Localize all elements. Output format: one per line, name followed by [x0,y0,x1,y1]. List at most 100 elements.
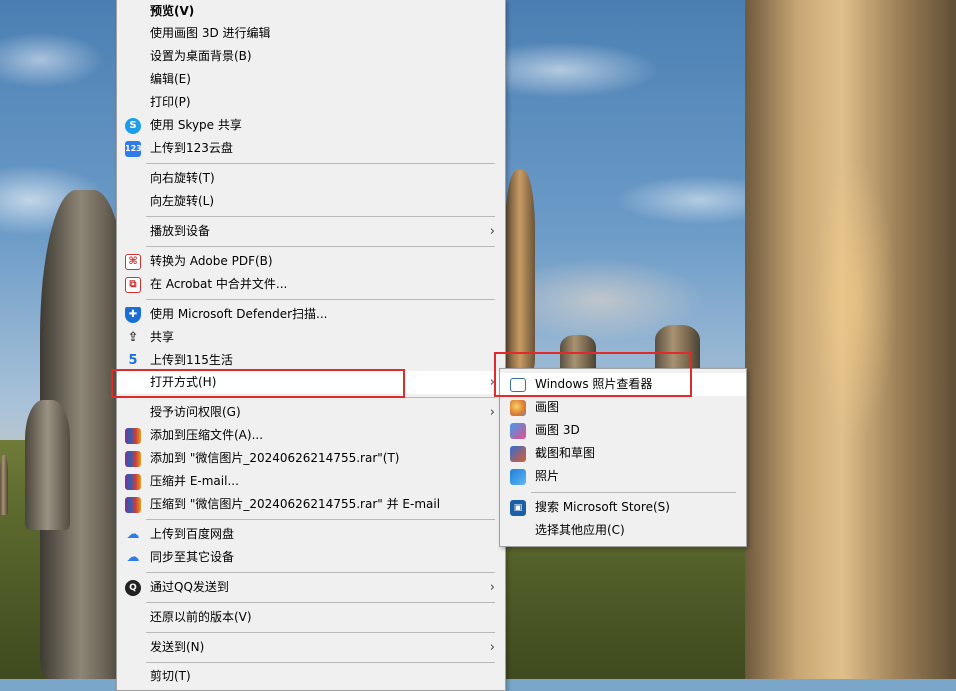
defender-shield-icon: ✚ [125,307,141,323]
menu-separator [146,163,495,164]
menu-item-label: 使用 Microsoft Defender扫描... [150,307,328,321]
menu-item-label: 预览(V) [150,4,195,18]
winrar-icon [125,428,141,444]
menu-item-label: 压缩并 E-mail... [150,474,239,488]
menu-item-label: 添加到压缩文件(A)... [150,428,264,442]
menu-item-label: 打印(P) [150,95,191,109]
menu-item-send-via-qq[interactable]: Q 通过QQ发送到 › [117,576,505,599]
menu-item-label: 压缩到 "微信图片_20240626214755.rar" 并 E-mail [150,497,441,511]
chevron-right-icon: › [489,580,495,595]
menu-item-sync-devices[interactable]: ☁ 同步至其它设备 [117,546,505,569]
menu-item-preview[interactable]: 预览(V) [117,0,505,23]
annotation-highlight-photo-viewer [494,352,692,397]
menu-separator [146,572,495,573]
menu-item-rotate-right[interactable]: 向右旋转(T) [117,167,505,190]
menu-separator [531,492,736,493]
paint3d-icon [510,423,526,439]
menu-item-label: 向左旋转(L) [150,194,215,208]
menu-item-cut[interactable]: 剪切(T) [117,665,505,688]
menu-separator [146,662,495,663]
menu-item-share[interactable]: ⇪ 共享 [117,326,505,349]
winrar-icon [125,474,141,490]
menu-item-label: 上传到115生活 [150,353,233,367]
menu-item-label: 上传到百度网盘 [150,527,235,541]
adobe-pdf-icon: ⌘ [125,254,141,270]
menu-item-label: 添加到 "微信图片_20240626214755.rar"(T) [150,451,400,465]
menu-separator [146,632,495,633]
menu-item-label: 转换为 Adobe PDF(B) [150,254,273,268]
menu-item-print[interactable]: 打印(P) [117,91,505,114]
winrar-icon [125,451,141,467]
menu-item-label: 同步至其它设备 [150,550,235,564]
winrar-icon [125,497,141,513]
annotation-highlight-open-with [111,369,405,398]
menu-item-acrobat-combine[interactable]: ⧉ 在 Acrobat 中合并文件... [117,273,505,296]
menu-item-label: 照片 [535,469,560,483]
menu-item-add-to-archive[interactable]: 添加到压缩文件(A)... [117,424,505,447]
menu-item-label: 播放到设备 [150,224,211,238]
menu-separator [146,216,495,217]
menu-item-upload-123pan[interactable]: 123 上传到123云盘 [117,137,505,160]
menu-item-label: 剪切(T) [150,669,191,683]
menu-item-send-to[interactable]: 发送到(N) › [117,636,505,659]
menu-item-set-wallpaper[interactable]: 设置为桌面背景(B) [117,45,505,68]
submenu-item-choose-another-app[interactable]: 选择其他应用(C) [500,519,746,542]
snip-sketch-icon [510,446,526,462]
menu-item-upload-baidu[interactable]: ☁ 上传到百度网盘 [117,523,505,546]
chevron-right-icon: › [489,640,495,655]
qq-icon: Q [125,580,141,596]
submenu-item-search-store[interactable]: ▣ 搜索 Microsoft Store(S) [500,496,746,519]
menu-item-cast-to-device[interactable]: 播放到设备 › [117,220,505,243]
wallpaper-standing-stone [505,170,535,370]
photos-icon [510,469,526,485]
menu-item-label: 共享 [150,330,175,344]
menu-item-label: 使用 Skype 共享 [150,118,242,132]
menu-item-add-to-rar[interactable]: 添加到 "微信图片_20240626214755.rar"(T) [117,447,505,470]
menu-item-label: 设置为桌面背景(B) [150,49,252,63]
submenu-item-snip-sketch[interactable]: 截图和草图 [500,442,746,465]
submenu-item-photos[interactable]: 照片 [500,465,746,488]
menu-item-label: 发送到(N) [150,640,205,654]
menu-separator [146,246,495,247]
menu-item-convert-adobe-pdf[interactable]: ⌘ 转换为 Adobe PDF(B) [117,250,505,273]
menu-separator [146,519,495,520]
menu-item-label: 还原以前的版本(V) [150,610,252,624]
wallpaper-standing-stone [745,0,956,679]
menu-item-label: 授予访问权限(G) [150,405,241,419]
menu-item-compress-to-rar-email[interactable]: 压缩到 "微信图片_20240626214755.rar" 并 E-mail [117,493,505,516]
baidu-sync-icon: ☁ [126,550,140,565]
menu-separator [146,299,495,300]
context-menu: 预览(V) 使用画图 3D 进行编辑 设置为桌面背景(B) 编辑(E) 打印(P… [116,0,506,691]
menu-item-label: 编辑(E) [150,72,191,86]
share-icon: ⇪ [127,330,139,345]
menu-item-edit[interactable]: 编辑(E) [117,68,505,91]
menu-item-edit-with-paint3d[interactable]: 使用画图 3D 进行编辑 [117,22,505,45]
menu-item-label: 向右旋转(T) [150,171,215,185]
menu-item-label: 截图和草图 [535,446,596,460]
menu-item-compress-email[interactable]: 压缩并 E-mail... [117,470,505,493]
skype-icon: S [125,118,141,134]
menu-item-label: 使用画图 3D 进行编辑 [150,26,271,40]
menu-item-share-skype[interactable]: S 使用 Skype 共享 [117,114,505,137]
menu-item-rotate-left[interactable]: 向左旋转(L) [117,190,505,213]
menu-item-label: 搜索 Microsoft Store(S) [535,500,670,514]
chevron-right-icon: › [489,224,495,239]
menu-item-label: 画图 3D [535,423,580,437]
menu-item-label: 在 Acrobat 中合并文件... [150,277,288,291]
menu-item-label: 画图 [535,400,560,414]
baidu-netdisk-icon: ☁ [126,527,140,542]
store-icon: ▣ [510,500,526,516]
menu-item-label: 通过QQ发送到 [150,580,229,594]
submenu-item-paint-3d[interactable]: 画图 3D [500,419,746,442]
submenu-item-paint[interactable]: 画图 [500,396,746,419]
menu-item-give-access[interactable]: 授予访问权限(G) › [117,401,505,424]
wallpaper-standing-stone [0,455,8,515]
menu-separator [146,602,495,603]
menu-item-defender-scan[interactable]: ✚ 使用 Microsoft Defender扫描... [117,303,505,326]
menu-item-label: 选择其他应用(C) [535,523,625,537]
menu-item-restore-versions[interactable]: 还原以前的版本(V) [117,606,505,629]
123-cloud-icon: 123 [125,141,142,157]
115-icon: 5 [128,353,138,368]
wallpaper-standing-stone [25,400,70,530]
menu-item-label: 上传到123云盘 [150,141,233,155]
